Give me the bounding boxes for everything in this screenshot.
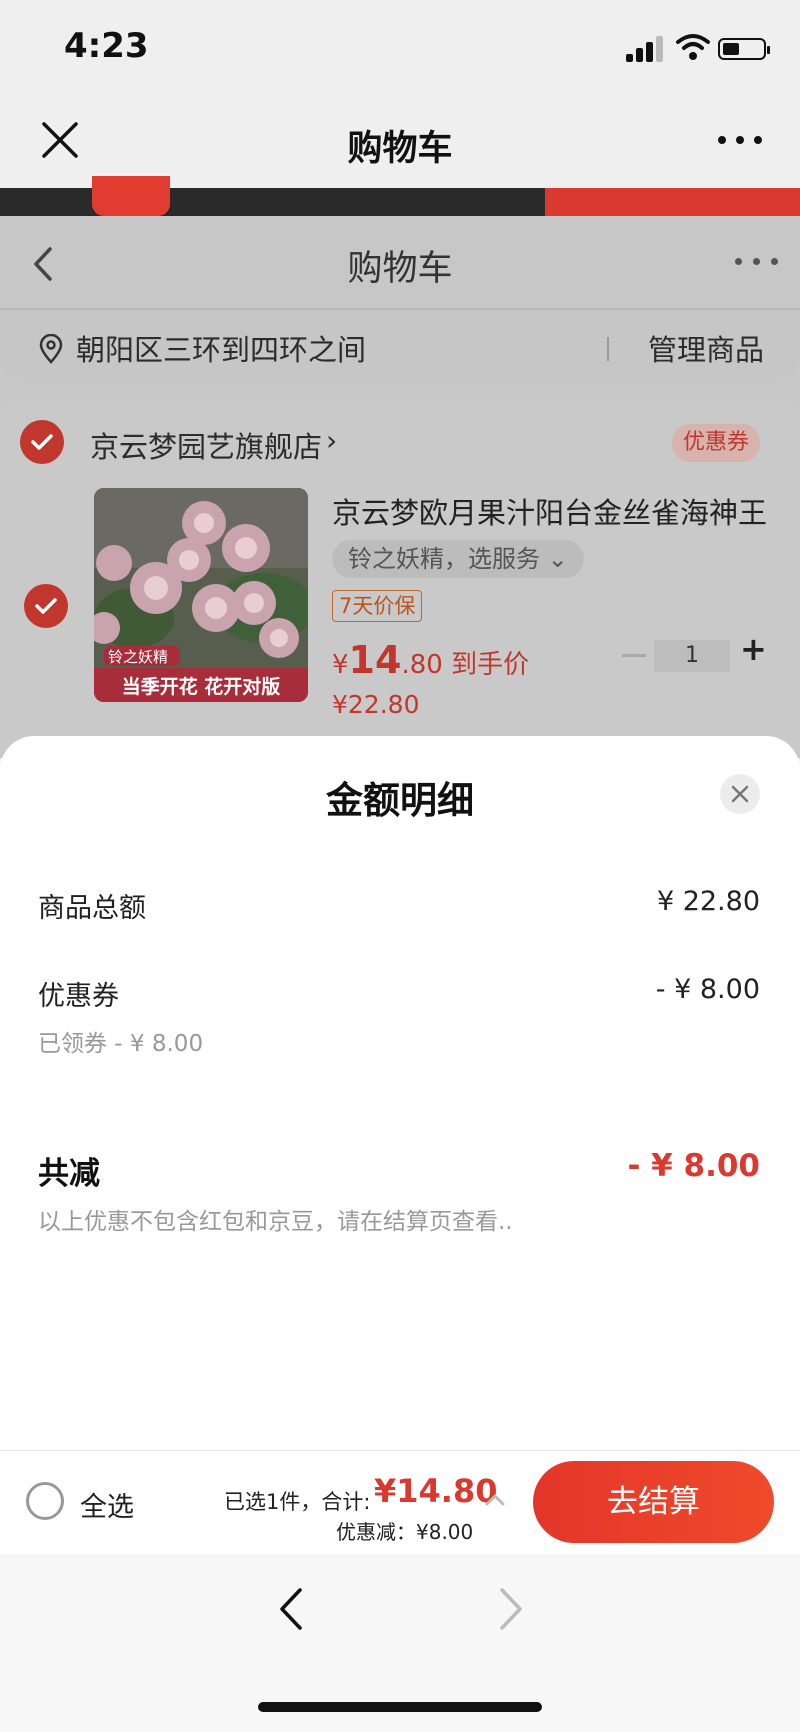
- price-guarantee-badge: 7天价保: [332, 590, 423, 622]
- delivery-address[interactable]: 朝阳区三环到四环之间: [76, 327, 366, 369]
- more-icon[interactable]: [718, 136, 762, 146]
- store-name[interactable]: 京云梦园艺旗舰店: [90, 424, 322, 466]
- cellular-signal-icon: [626, 34, 666, 62]
- price-suffix: 到手价: [451, 650, 530, 680]
- open-app-banner-button[interactable]: [545, 188, 800, 216]
- wechat-title: 购物车: [347, 129, 453, 169]
- jd-more-icon[interactable]: [735, 258, 779, 266]
- selected-count: 已选1件，合计:: [224, 1490, 371, 1514]
- subtotal-value: ¥ 22.80: [656, 886, 760, 917]
- manage-products-button[interactable]: 管理商品: [648, 327, 764, 369]
- app-logo-icon: [92, 176, 170, 216]
- open-app-banner[interactable]: [0, 188, 545, 216]
- checkmark-icon: [35, 598, 57, 614]
- total-reduction-note: 以上优惠不包含红包和京豆，请在结算页查看..: [38, 1209, 513, 1235]
- battery-icon: [718, 38, 770, 60]
- discount-summary: 优惠减：¥8.00: [336, 1520, 474, 1544]
- select-all-label[interactable]: 全选: [80, 1485, 134, 1524]
- sheet-close-button[interactable]: [720, 774, 760, 814]
- original-price: ¥22.80: [332, 690, 420, 719]
- price-symbol: ¥: [332, 650, 349, 680]
- price-decimal: .80: [401, 650, 443, 680]
- product-image-tag: 铃之妖精: [108, 648, 169, 666]
- status-time: 4:23: [64, 26, 149, 66]
- coupon-value: - ¥ 8.00: [655, 974, 760, 1005]
- final-price: ¥14.80 到手价: [332, 638, 529, 682]
- store-checkbox[interactable]: [22, 422, 62, 462]
- nav-back-icon[interactable]: [272, 1584, 312, 1634]
- amount-detail-sheet: [0, 736, 800, 1450]
- quantity-input[interactable]: 1: [654, 640, 730, 672]
- spec-selector[interactable]: 铃之妖精，选服务 ⌄: [332, 540, 584, 578]
- sheet-title: 金额明细: [326, 779, 474, 822]
- wifi-icon: [676, 34, 710, 60]
- price-main: 14: [348, 638, 402, 682]
- coupon-sub-text: 已领券 - ¥ 8.00: [38, 1031, 204, 1057]
- select-all-radio[interactable]: [26, 1482, 64, 1520]
- divider: [607, 337, 609, 361]
- total-reduction-value: - ¥ 8.00: [627, 1148, 760, 1184]
- close-icon: [731, 785, 749, 803]
- subtotal-label: 商品总额: [38, 893, 146, 924]
- nav-forward-icon[interactable]: [490, 1584, 530, 1634]
- total-sum: ¥14.80: [374, 1472, 498, 1510]
- status-bar: 4:23: [0, 0, 800, 100]
- checkout-button[interactable]: 去结算: [533, 1461, 774, 1543]
- total-reduction-label: 共减: [38, 1156, 100, 1192]
- coupon-tag[interactable]: 优惠券: [672, 424, 760, 462]
- jd-page-title: 购物车: [347, 249, 453, 289]
- product-image-caption: 当季开花 花开对版: [121, 676, 281, 698]
- coupon-label: 优惠券: [38, 981, 119, 1012]
- quantity-plus-button[interactable]: +: [740, 630, 767, 668]
- product-image[interactable]: 铃之妖精 当季开花 花开对版: [94, 488, 308, 702]
- home-indicator[interactable]: [258, 1702, 542, 1712]
- quantity-minus-button[interactable]: [622, 654, 646, 657]
- product-checkbox[interactable]: [26, 586, 66, 626]
- location-pin-icon: [39, 334, 63, 364]
- checkmark-icon: [31, 434, 53, 450]
- chevron-up-icon[interactable]: [484, 1492, 506, 1506]
- product-title[interactable]: 京云梦欧月果汁阳台金丝雀海神王: [332, 490, 767, 532]
- chevron-right-icon[interactable]: ›: [326, 424, 337, 457]
